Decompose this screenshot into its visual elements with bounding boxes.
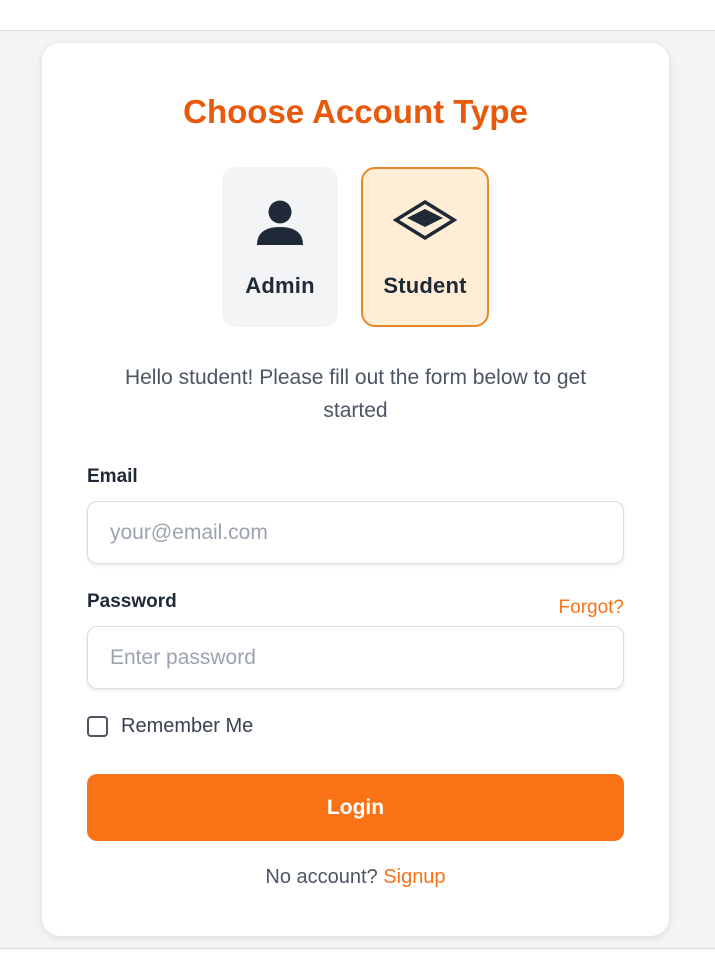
- email-field[interactable]: [87, 501, 624, 564]
- user-icon: [224, 199, 336, 251]
- account-type-admin-label: Admin: [245, 273, 315, 298]
- top-bar: [0, 0, 715, 31]
- page-title: Choose Account Type: [183, 93, 528, 130]
- remember-me[interactable]: Remember Me: [87, 715, 253, 738]
- remember-me-label: Remember Me: [121, 715, 254, 737]
- account-type-student-label: Student: [383, 273, 467, 298]
- login-button[interactable]: Login: [87, 774, 624, 841]
- signup-link[interactable]: Signup: [383, 866, 445, 888]
- remember-me-checkbox[interactable]: [87, 716, 108, 737]
- email-label: Email: [87, 466, 138, 487]
- bottom-bar: [0, 948, 715, 953]
- password-label: Password: [87, 591, 177, 612]
- layers-icon: [363, 199, 487, 251]
- intro-text: Hello student! Please fill out the form …: [124, 366, 587, 422]
- signup-prompt-text: No account?: [265, 866, 378, 888]
- signup-prompt: No account? Signup: [42, 866, 669, 889]
- account-type-student[interactable]: Student: [361, 167, 489, 327]
- password-field[interactable]: [87, 626, 624, 689]
- login-card: Choose Account Type Admin Student Hello …: [42, 43, 669, 936]
- forgot-password-link[interactable]: Forgot?: [559, 597, 624, 619]
- account-type-admin[interactable]: Admin: [222, 167, 338, 327]
